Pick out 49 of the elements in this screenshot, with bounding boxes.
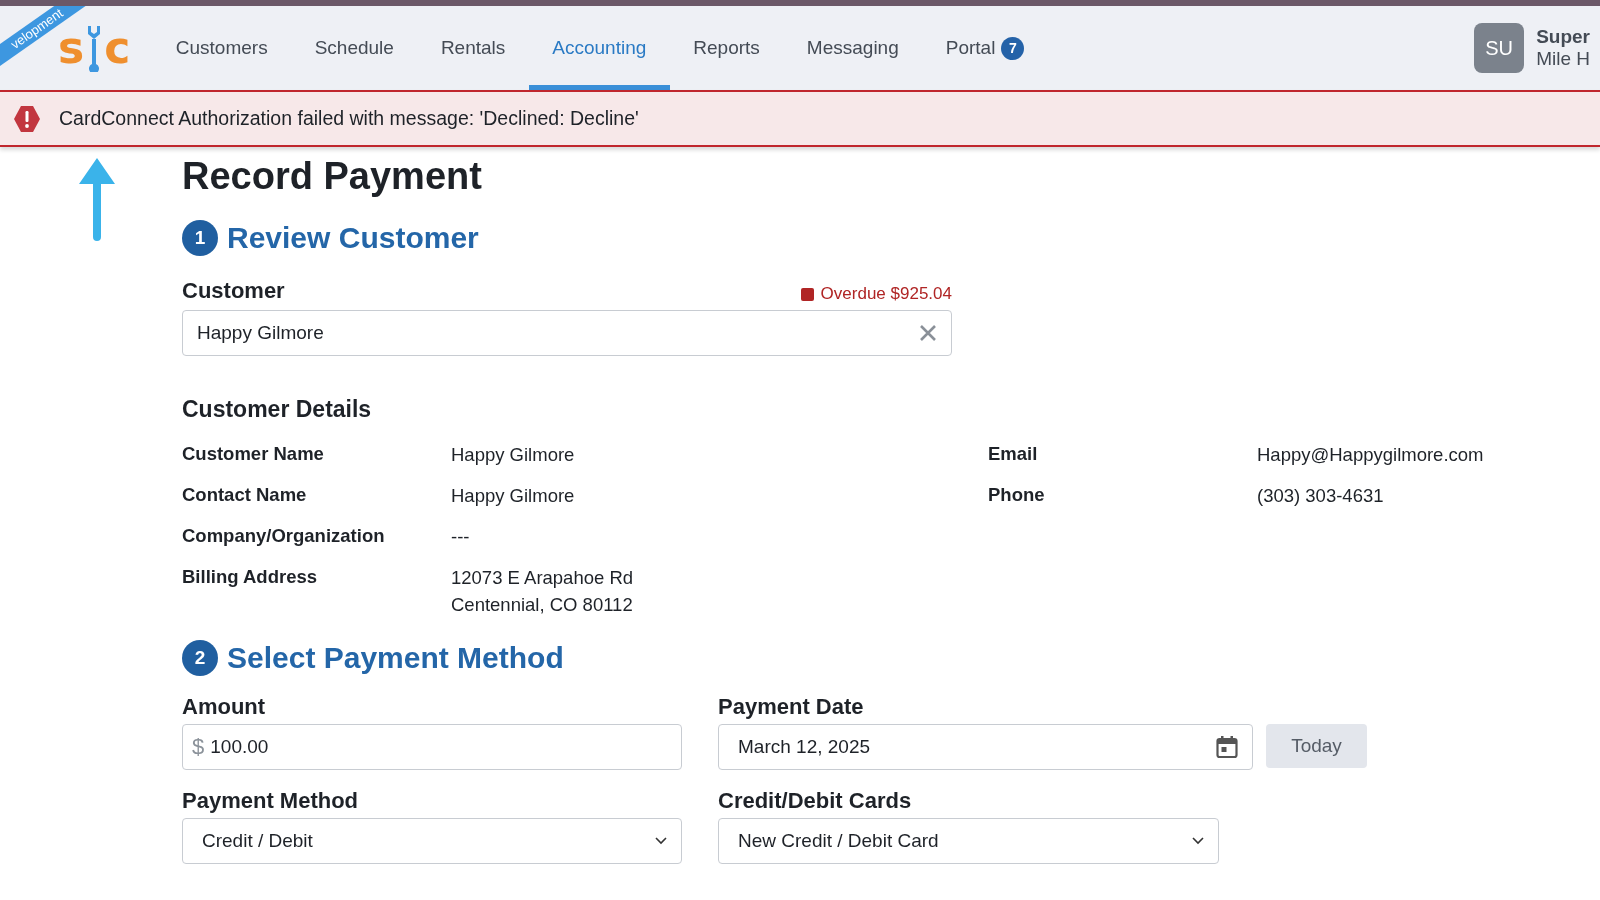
detail-label: Contact Name	[182, 483, 308, 507]
error-icon	[13, 104, 41, 133]
detail-value: (303) 303-4631	[1257, 484, 1385, 508]
field-label: Payment Method	[182, 788, 360, 814]
detail-label: Customer Name	[182, 442, 325, 466]
alert-message: CardConnect Authorization failed with message: 'Declined: Decline'	[59, 107, 639, 130]
close-icon[interactable]	[919, 324, 937, 342]
count-badge: 7	[1001, 36, 1025, 60]
field-label: Credit/Debit Cards	[718, 788, 913, 814]
logo-letter: c	[104, 26, 131, 70]
today-button[interactable]: Today	[1266, 724, 1367, 768]
nav-tab[interactable]: Portal 7	[922, 6, 1048, 90]
organization-name: Mile H	[1536, 48, 1590, 70]
detail-label: Company/Organization	[182, 524, 386, 548]
nav-tab[interactable]: Schedule	[291, 6, 418, 90]
nav-tab[interactable]: Reports	[669, 6, 784, 90]
arrow-up-icon	[78, 157, 116, 241]
detail-value: 12073 E Arapahoe Rd	[451, 566, 635, 590]
nav-tab[interactable]: Rentals	[417, 6, 529, 90]
page-title: Record Payment	[182, 154, 483, 198]
customer-field[interactable]: Happy Gilmore	[182, 310, 952, 356]
user-avatar[interactable]: SU	[1474, 23, 1525, 73]
detail-value: Happy Gilmore	[451, 443, 576, 467]
subsection-title: Customer Details	[182, 396, 373, 423]
detail-value: Centennial, CO 80112	[451, 593, 634, 617]
detail-value: Happy@Happygilmore.com	[1257, 443, 1484, 467]
amount-field[interactable]: $ 100.00	[182, 724, 682, 770]
section-title: Select Payment Method	[227, 641, 564, 675]
detail-value: ---	[451, 525, 471, 549]
detail-label: Phone	[988, 483, 1046, 507]
field-label: Amount	[182, 694, 267, 720]
detail-label: Email	[988, 442, 1039, 466]
field-label: Customer	[182, 278, 285, 304]
detail-value: Happy Gilmore	[451, 484, 576, 508]
section-title: Review Customer	[227, 221, 479, 255]
payment-method-select[interactable]: Credit / Debit	[182, 818, 682, 864]
card-select[interactable]: New Credit / Debit Card	[718, 818, 1219, 864]
calendar-icon[interactable]	[1216, 735, 1238, 759]
user-name: Super	[1536, 26, 1590, 48]
nav-tab[interactable]: Customers	[152, 6, 292, 90]
chevron-down-icon	[1192, 837, 1204, 845]
overdue-notice: Overdue $925.04	[800, 284, 952, 304]
step-number: 2	[182, 640, 218, 676]
detail-label: Billing Address	[182, 565, 318, 589]
field-label: Payment Date	[718, 694, 865, 720]
chevron-down-icon	[655, 837, 667, 845]
date-field[interactable]: March 12, 2025	[718, 724, 1253, 770]
nav-tab[interactable]: Messaging	[783, 6, 923, 90]
step-number: 1	[182, 220, 218, 256]
